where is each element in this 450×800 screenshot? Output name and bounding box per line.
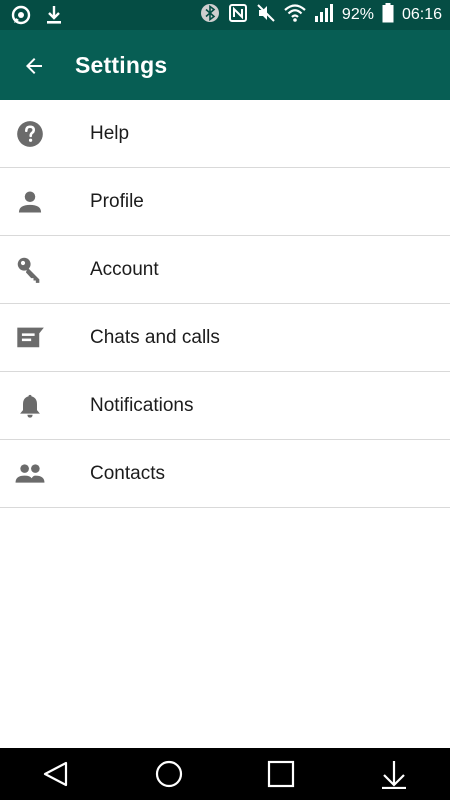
recents-square-icon bbox=[268, 760, 295, 788]
back-button[interactable] bbox=[20, 52, 48, 80]
settings-item-contacts[interactable]: Contacts bbox=[0, 440, 450, 508]
people-icon bbox=[15, 459, 45, 489]
settings-item-label: Notifications bbox=[90, 395, 194, 416]
app-bar: Settings bbox=[0, 30, 450, 100]
settings-item-label: Help bbox=[90, 123, 130, 144]
nfc-icon bbox=[228, 3, 248, 28]
settings-item-label: Account bbox=[90, 259, 159, 280]
mute-icon bbox=[256, 3, 276, 28]
nav-notifications-button[interactable] bbox=[369, 749, 419, 799]
whatsapp-status-icon bbox=[10, 4, 32, 31]
nav-home-button[interactable] bbox=[144, 749, 194, 799]
nav-recents-button[interactable] bbox=[256, 749, 306, 799]
help-icon bbox=[15, 119, 45, 149]
status-bar: 92% 06:16 bbox=[0, 0, 450, 30]
wifi-icon bbox=[284, 3, 306, 28]
battery-icon bbox=[382, 2, 394, 28]
page-title: Settings bbox=[75, 52, 168, 78]
settings-item-notifications[interactable]: Notifications bbox=[0, 372, 450, 440]
settings-item-label: Contacts bbox=[90, 463, 165, 484]
bell-icon bbox=[15, 391, 45, 421]
arrow-back-icon bbox=[26, 58, 42, 74]
settings-item-label: Profile bbox=[90, 191, 144, 212]
person-icon bbox=[15, 187, 45, 217]
bluetooth-icon bbox=[200, 3, 220, 28]
settings-item-profile[interactable]: Profile bbox=[0, 168, 450, 236]
battery-percent: 92% bbox=[341, 6, 374, 23]
key-icon bbox=[15, 255, 45, 285]
back-triangle-icon bbox=[44, 761, 68, 787]
settings-item-chats-and-calls[interactable]: Chats and calls bbox=[0, 304, 450, 372]
notifications-pulldown-icon bbox=[381, 761, 406, 789]
home-circle-icon bbox=[155, 760, 182, 788]
clock: 06:16 bbox=[401, 6, 442, 23]
settings-list: Help Profile Account Chats and calls Not… bbox=[0, 100, 450, 508]
system-navigation-bar bbox=[0, 748, 450, 800]
settings-item-account[interactable]: Account bbox=[0, 236, 450, 304]
chat-icon bbox=[15, 323, 45, 353]
nav-back-button[interactable] bbox=[31, 749, 81, 799]
settings-item-label: Chats and calls bbox=[90, 327, 220, 348]
signal-icon bbox=[314, 3, 334, 28]
download-icon bbox=[44, 4, 64, 31]
settings-item-help[interactable]: Help bbox=[0, 100, 450, 168]
